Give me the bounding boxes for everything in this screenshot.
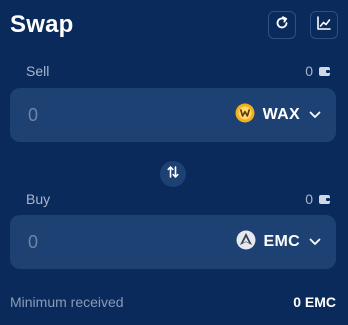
buy-balance-value: 0: [305, 191, 313, 207]
buy-amount-input[interactable]: [28, 229, 148, 255]
buy-token-box: EMC: [10, 215, 336, 269]
buy-token-select[interactable]: EMC: [236, 229, 322, 255]
sell-label: Sell: [26, 63, 50, 79]
sell-balance-value: 0: [305, 63, 313, 79]
sell-amount-input[interactable]: [28, 102, 148, 128]
swap-header: Swap: [10, 8, 338, 40]
sell-label-row: Sell 0: [26, 63, 330, 81]
refresh-button[interactable]: [268, 11, 296, 39]
sell-token-symbol: WAX: [262, 106, 300, 123]
refresh-icon: [275, 15, 289, 35]
minimum-received-label: Minimum received: [10, 294, 124, 310]
buy-token-symbol: EMC: [263, 233, 300, 250]
buy-balance: 0: [305, 191, 330, 207]
wallet-icon: [319, 194, 330, 204]
sell-token-box: WAX: [10, 88, 336, 142]
swap-direction-button[interactable]: [160, 161, 186, 187]
wallet-icon: [319, 66, 330, 76]
sell-token-select[interactable]: WAX: [235, 102, 322, 128]
swap-widget: Swap Sell 0 0 WAX Buy 0 0 EMC Minimum re…: [0, 0, 348, 325]
minimum-received-value: 0 EMC: [293, 294, 336, 310]
chart-button[interactable]: [310, 11, 338, 39]
wax-token-icon: [235, 103, 255, 128]
chevron-down-icon: [308, 108, 322, 122]
page-title: Swap: [10, 11, 74, 38]
chart-icon: [316, 15, 332, 36]
chevron-down-icon: [308, 235, 322, 249]
sell-balance: 0: [305, 63, 330, 79]
minimum-received-row: Minimum received 0 EMC: [10, 292, 336, 312]
buy-label: Buy: [26, 191, 51, 207]
buy-label-row: Buy 0: [26, 191, 330, 209]
emc-token-icon: [236, 230, 256, 255]
swap-arrows-icon: [166, 165, 180, 184]
